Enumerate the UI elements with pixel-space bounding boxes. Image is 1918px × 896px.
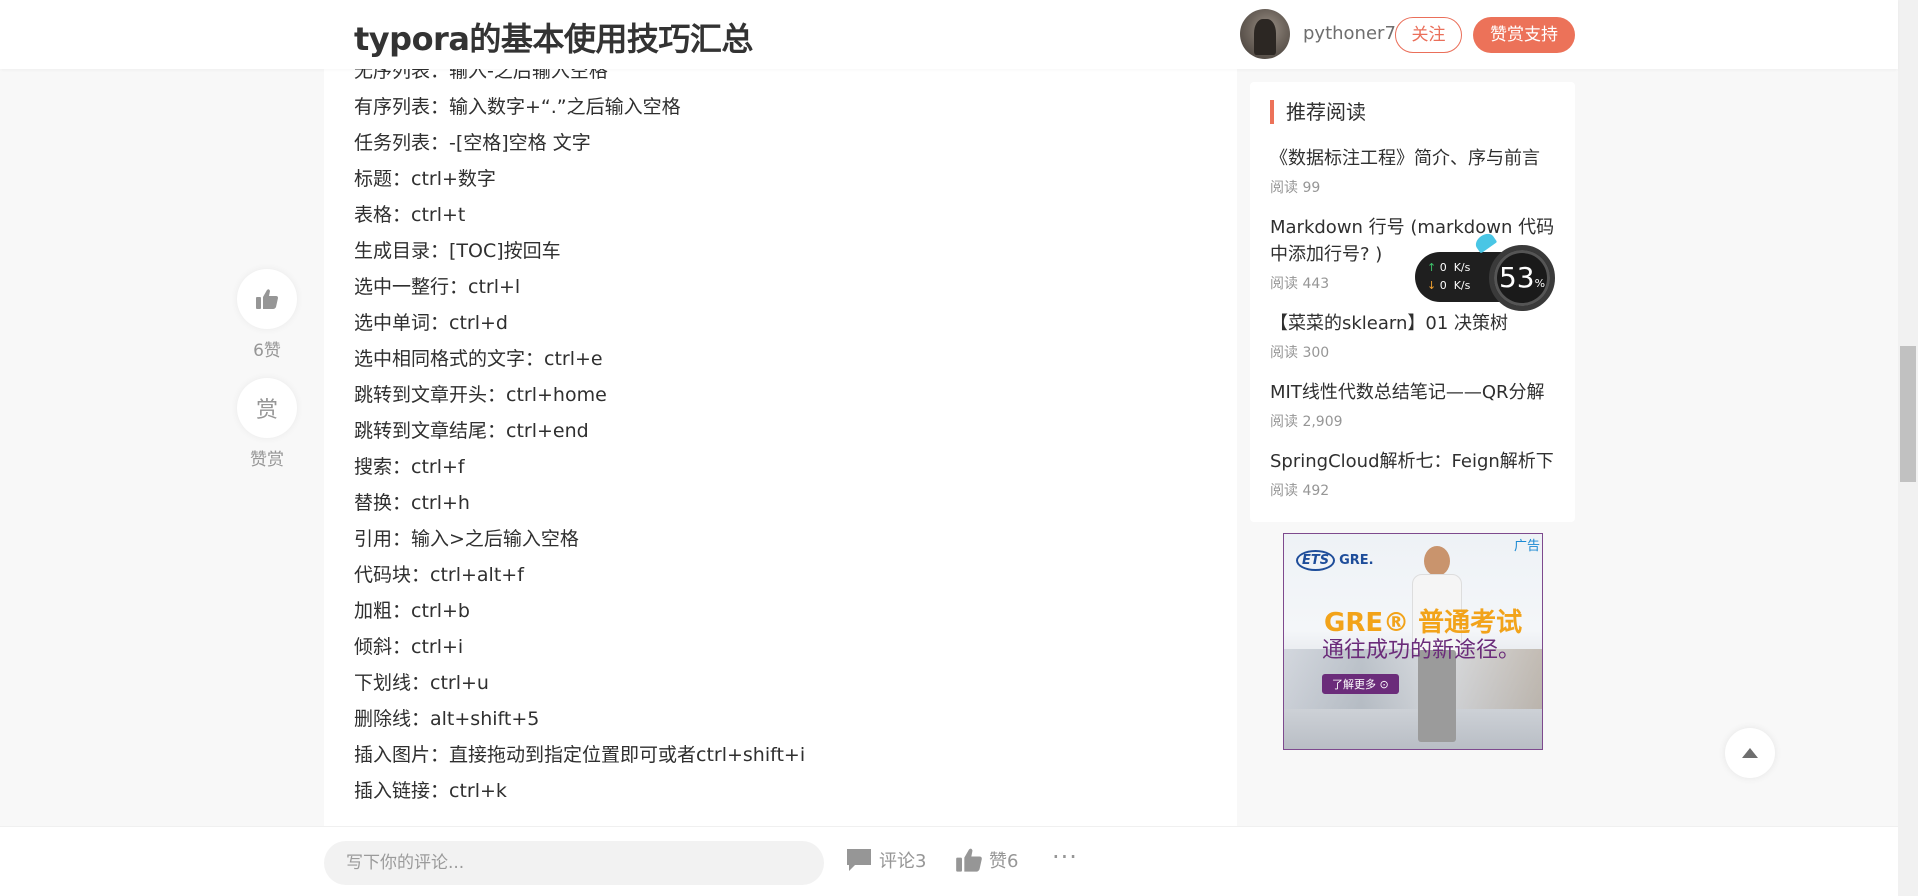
percent-sign: % — [1534, 277, 1546, 290]
article-line: 表格：ctrl+t — [354, 204, 466, 226]
author-avatar[interactable] — [1240, 9, 1290, 59]
article-line: 下划线：ctrl+u — [354, 672, 489, 694]
recommended-item-reads: 阅读 99 — [1270, 180, 1321, 196]
recommended-item[interactable]: MIT线性代数总结笔记——QR分解 阅读 2,909 — [1270, 379, 1560, 431]
recommended-item-title[interactable]: SpringCloud解析七：Feign解析下 — [1270, 448, 1560, 475]
network-speed-widget[interactable]: ↑ 0 K/s ↓ 0 K/s 53% — [1415, 230, 1563, 311]
author-name[interactable]: pythoner7 — [1303, 23, 1396, 44]
article-line: 引用：输入>之后输入空格 — [354, 528, 579, 550]
article-line: 插入图片：直接拖动到指定位置即可或者ctrl+shift+i — [354, 744, 806, 766]
comment-input[interactable] — [324, 841, 824, 885]
ets-logo: ETS — [1296, 550, 1336, 571]
thumbs-up-icon — [256, 289, 278, 309]
like-count-label: 6赞 — [253, 341, 281, 361]
download-unit: K/s — [1453, 279, 1471, 292]
upload-value: 0 — [1439, 261, 1447, 274]
scrollbar-thumb[interactable] — [1900, 346, 1916, 482]
article-body: 无序列表：输入-之后输入空格 有序列表：输入数字+“.”之后输入空格 任务列表：-[… — [324, 60, 1237, 826]
article-line: 跳转到文章结尾：ctrl+end — [354, 420, 589, 442]
reward-float-label: 赞赏 — [250, 450, 284, 470]
scrollbar[interactable] — [1898, 0, 1918, 896]
thumbs-up-icon — [956, 848, 982, 872]
download-arrow-icon: ↓ — [1427, 279, 1437, 292]
ad-subline: 通往成功的新途径。 — [1322, 638, 1521, 663]
recommended-item-reads: 阅读 2,909 — [1270, 414, 1343, 430]
comment-icon — [847, 849, 871, 871]
article-line: 生成目录：[TOC]按回车 — [354, 240, 561, 262]
recommended-item[interactable]: SpringCloud解析七：Feign解析下 阅读 492 — [1270, 448, 1560, 500]
article-line: 代码块：ctrl+alt+f — [354, 564, 524, 586]
recommended-item-reads: 阅读 492 — [1270, 483, 1330, 499]
follow-button[interactable]: 关注 — [1395, 17, 1462, 53]
article-line: 加粗：ctrl+b — [354, 600, 470, 622]
comments-button[interactable]: 评论3 — [845, 847, 926, 873]
gre-logo: GRE. — [1339, 553, 1374, 568]
recommended-item[interactable]: 【菜菜的sklearn】01 决策树 阅读 300 — [1270, 310, 1560, 362]
download-speed: ↓ 0 K/s — [1427, 279, 1470, 292]
article-line: 删除线：alt+shift+5 — [354, 708, 540, 730]
ad-tag: 广告 — [1513, 539, 1540, 554]
article-line: 替换：ctrl+h — [354, 492, 470, 514]
reward-support-button[interactable]: 赞赏支持 — [1473, 17, 1575, 53]
more-icon[interactable]: ··· — [1052, 843, 1078, 871]
article-line: 跳转到文章开头：ctrl+home — [354, 384, 607, 406]
recommended-title: 推荐阅读 — [1270, 100, 1366, 124]
article-line: 倾斜：ctrl+i — [354, 636, 464, 658]
reward-float-button[interactable]: 赏 — [237, 378, 297, 438]
page-title: typora的基本使用技巧汇总 — [354, 20, 753, 58]
advertisement[interactable]: 广告 ETS GRE. GRE® 普通考试 通往成功的新途径。 了解更多 ⊙ — [1283, 533, 1543, 750]
recommended-item-reads: 阅读 300 — [1270, 345, 1330, 361]
upload-arrow-icon: ↑ — [1427, 261, 1437, 274]
like-button[interactable] — [237, 269, 297, 329]
top-bar: typora的基本使用技巧汇总 pythoner7 关注 赞赏支持 — [0, 0, 1898, 69]
article-line: 选中相同格式的文字：ctrl+e — [354, 348, 603, 370]
recommended-item-title[interactable]: MIT线性代数总结笔记——QR分解 — [1270, 379, 1560, 406]
upload-speed: ↑ 0 K/s — [1427, 261, 1470, 274]
upload-unit: K/s — [1453, 261, 1471, 274]
download-value: 0 — [1439, 279, 1447, 292]
article-line: 搜索：ctrl+f — [354, 456, 465, 478]
article-line: 插入链接：ctrl+k — [354, 780, 507, 802]
comments-label: 评论3 — [879, 851, 927, 872]
ad-logo: ETS GRE. — [1296, 550, 1374, 571]
article-line: 有序列表：输入数字+“.”之后输入空格 — [354, 96, 681, 118]
article-line: 标题：ctrl+数字 — [354, 168, 496, 190]
recommended-item[interactable]: 《数据标注工程》简介、序与前言 阅读 99 — [1270, 145, 1560, 197]
article-line: 选中一整行：ctrl+l — [354, 276, 521, 298]
memory-percent: 53 — [1498, 261, 1535, 294]
recommended-item-title[interactable]: 《数据标注工程》简介、序与前言 — [1270, 145, 1560, 172]
back-to-top-button[interactable] — [1725, 728, 1775, 778]
arrow-up-icon — [1742, 748, 1758, 758]
article-line: 选中单词：ctrl+d — [354, 312, 508, 334]
memory-usage-dial: 53% — [1489, 245, 1555, 311]
bottom-bar: 评论3 赞6 ··· — [0, 826, 1898, 896]
ad-learn-more-button[interactable]: 了解更多 ⊙ — [1322, 674, 1399, 694]
article-line: 任务列表：-[空格]空格 文字 — [354, 132, 591, 154]
recommended-item-title[interactable]: 【菜菜的sklearn】01 决策树 — [1270, 310, 1560, 337]
likes-label: 赞6 — [989, 851, 1019, 872]
reward-char: 赏 — [255, 398, 278, 423]
like-bottom-button[interactable]: 赞6 — [955, 847, 1018, 873]
